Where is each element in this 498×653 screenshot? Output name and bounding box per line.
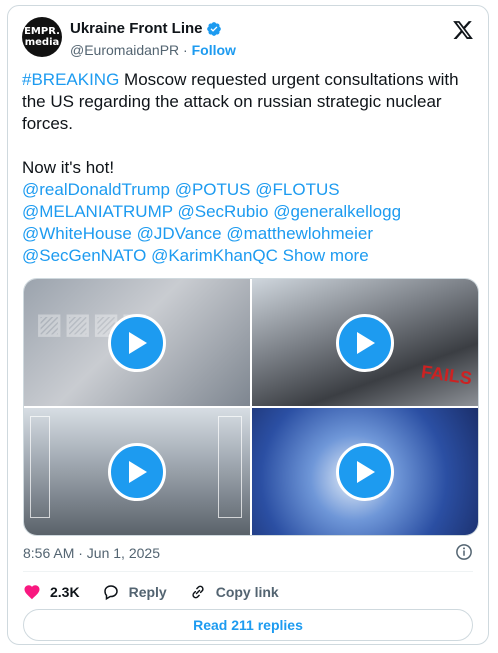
mention-link[interactable]: @JDVance: [137, 224, 222, 243]
mentions-block: @realDonaldTrump @POTUS @FLOTUS @MELANIA…: [22, 179, 462, 267]
copy-link-button[interactable]: Copy link: [189, 583, 279, 601]
avatar[interactable]: EMPR. media: [22, 17, 62, 57]
mention-link[interactable]: @FLOTUS: [255, 180, 339, 199]
mention-link[interactable]: @KarimKhanQC: [151, 246, 278, 265]
heart-icon: [24, 585, 40, 600]
play-icon[interactable]: [108, 442, 166, 501]
mention-link[interactable]: @WhiteHouse: [22, 224, 132, 243]
tweet-text: #BREAKING Moscow requested urgent consul…: [22, 69, 462, 267]
like-count: 2.3K: [50, 584, 80, 600]
play-icon[interactable]: [336, 313, 394, 372]
show-more-link[interactable]: Show more: [283, 246, 369, 265]
video-thumbnail-1[interactable]: ▨▨▨▨: [24, 279, 250, 406]
timestamp-link[interactable]: 8:56 AM · Jun 1, 2025: [23, 545, 160, 561]
video-thumbnail-2[interactable]: FAILS: [252, 279, 478, 406]
link-icon: [192, 585, 204, 599]
info-icon[interactable]: [455, 543, 473, 561]
x-logo-icon[interactable]: [452, 19, 474, 41]
read-replies-button[interactable]: Read 211 replies: [23, 609, 473, 641]
hashtag-link[interactable]: #BREAKING: [22, 70, 119, 89]
play-icon[interactable]: [108, 313, 166, 372]
avatar-text-line2: media: [24, 37, 60, 48]
reply-button[interactable]: Reply: [102, 583, 167, 601]
play-icon[interactable]: [336, 442, 394, 501]
action-bar: 2.3K Reply Copy link: [23, 578, 301, 606]
like-button[interactable]: 2.3K: [23, 583, 80, 601]
mention-link[interactable]: @realDonaldTrump: [22, 180, 170, 199]
divider: [23, 571, 473, 572]
author-handle[interactable]: @EuromaidanPR: [70, 42, 179, 58]
mention-link[interactable]: @SecGenNATO: [22, 246, 146, 265]
follow-button[interactable]: Follow: [192, 42, 236, 58]
tweet-text-second: Now it's hot!: [22, 158, 115, 177]
mention-link[interactable]: @POTUS: [175, 180, 251, 199]
author-name-row: Ukraine Front Line: [70, 20, 222, 37]
mention-link[interactable]: @SecRubio: [178, 202, 269, 221]
author-display-name[interactable]: Ukraine Front Line: [70, 20, 203, 37]
author-handle-row: @EuromaidanPR · Follow: [70, 42, 236, 58]
verified-badge-icon: [206, 21, 221, 36]
video-thumbnail-3[interactable]: [24, 408, 250, 535]
video-overlay-text: FAILS: [419, 361, 474, 389]
mention-link[interactable]: @generalkellogg: [273, 202, 401, 221]
avatar-text-line1: EMPR.: [24, 26, 60, 37]
tweet-card: EMPR. media Ukraine Front Line @Euromaid…: [7, 5, 489, 645]
reply-icon: [103, 585, 118, 601]
media-grid: ▨▨▨▨ FAILS: [23, 278, 479, 536]
video-thumbnail-4[interactable]: [252, 408, 478, 535]
copy-link-label: Copy link: [215, 584, 279, 600]
reply-label: Reply: [128, 584, 167, 600]
hud-scale-right: [218, 416, 242, 518]
mention-link[interactable]: @MELANIATRUMP: [22, 202, 173, 221]
hud-scale-left: [30, 416, 50, 518]
mention-link[interactable]: @matthewlohmeier: [226, 224, 373, 243]
separator-dot: ·: [183, 42, 188, 58]
